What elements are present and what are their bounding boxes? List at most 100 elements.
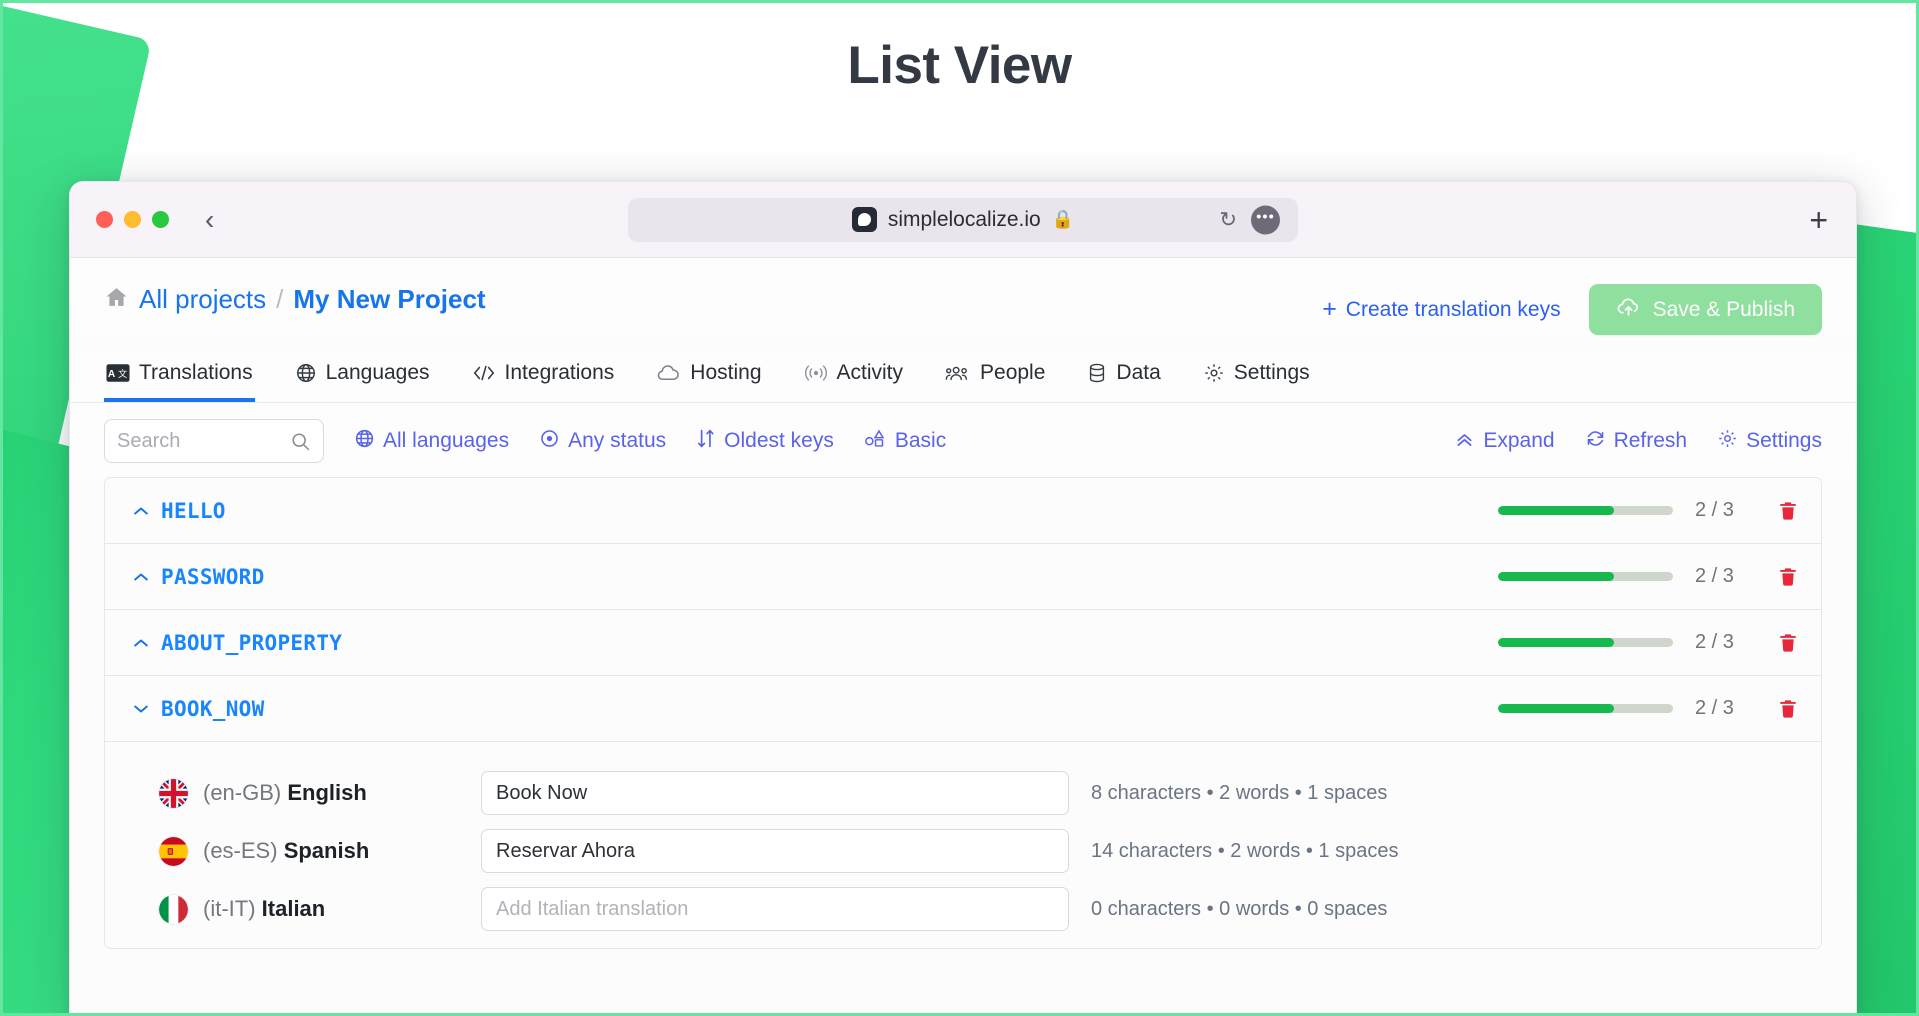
translation-row-es-es: (es-ES) Spanish 14 characters • 2 words … (105, 822, 1821, 880)
tab-activity[interactable]: Activity (802, 349, 906, 402)
filter-label: Basic (894, 429, 947, 452)
filter-label: Any status (568, 429, 667, 452)
progress-bar (1498, 572, 1673, 581)
new-tab-icon[interactable]: + (1809, 204, 1828, 236)
expand-all-button[interactable]: Expand (1454, 428, 1555, 455)
address-bar[interactable]: simplelocalize.io 🔒 ↻ ••• (628, 197, 1298, 242)
tab-people[interactable]: People (943, 349, 1047, 402)
language-cell: (it-IT) Italian (131, 894, 481, 924)
chevron-up-icon[interactable] (131, 633, 161, 653)
search-icon[interactable] (290, 431, 311, 452)
table-row[interactable]: HELLO 2 / 3 (105, 478, 1821, 544)
back-icon[interactable]: ‹ (205, 205, 214, 234)
tab-integrations[interactable]: Integrations (470, 349, 617, 402)
gear-icon (1717, 428, 1738, 455)
plus-icon: + (1322, 295, 1337, 323)
chevron-up-icon[interactable] (131, 567, 161, 587)
sort-icon (696, 428, 716, 455)
search-box[interactable] (104, 419, 324, 463)
header-actions: + Create translation keys Save & Publish (1322, 284, 1822, 335)
translation-stats: 14 characters • 2 words • 1 spaces (1091, 839, 1399, 862)
poster-canvas: List View ‹ simplelocalize.io 🔒 ↻ ••• + … (0, 0, 1919, 1016)
chevron-up-icon[interactable] (131, 501, 161, 521)
refresh-button[interactable]: Refresh (1585, 428, 1687, 455)
table-row[interactable]: PASSWORD 2 / 3 (105, 544, 1821, 610)
translate-icon: A文 (106, 363, 130, 383)
key-name[interactable]: BOOK_NOW (161, 697, 265, 721)
chevrons-up-icon (1454, 428, 1475, 455)
tab-label: Activity (836, 361, 904, 384)
breadcrumb-separator: / (276, 284, 284, 314)
translation-input-es-es[interactable] (481, 829, 1069, 873)
save-and-publish-button[interactable]: Save & Publish (1588, 284, 1822, 335)
progress-label: 2 / 3 (1695, 565, 1734, 587)
toolbar-actions: Expand Refresh Settings (1454, 428, 1822, 455)
close-window-button[interactable] (96, 211, 113, 228)
language-code: (it-IT) (203, 896, 256, 921)
simplelocalize-favicon (851, 207, 877, 232)
table-row[interactable]: BOOK_NOW 2 / 3 (105, 676, 1821, 742)
breadcrumb-current-project[interactable]: My New Project (293, 284, 485, 315)
reload-icon[interactable]: ↻ (1219, 207, 1237, 232)
globe-icon (354, 428, 375, 455)
people-icon (945, 363, 971, 383)
cloud-upload-icon (1616, 294, 1641, 325)
table-row[interactable]: ABOUT_PROPERTY 2 / 3 (105, 610, 1821, 676)
filter-view-basic[interactable]: Basic (864, 428, 946, 455)
action-label: Expand (1483, 429, 1555, 452)
target-icon (539, 428, 560, 455)
code-icon (472, 363, 496, 383)
lock-icon: 🔒 (1051, 209, 1075, 229)
delete-key-icon[interactable] (1769, 566, 1799, 588)
filter-sort-oldest-keys[interactable]: Oldest keys (696, 428, 834, 455)
address-bar-actions: ↻ ••• (1219, 205, 1280, 234)
minimize-window-button[interactable] (124, 211, 141, 228)
key-row-meta: 2 / 3 (1498, 631, 1799, 654)
chevron-down-icon[interactable] (131, 699, 161, 719)
flag-it-icon (159, 894, 188, 924)
save-and-publish-label: Save & Publish (1652, 297, 1795, 321)
tab-hosting[interactable]: Hosting (654, 349, 763, 402)
key-name[interactable]: PASSWORD (161, 565, 265, 589)
translation-input-en-gb[interactable] (481, 771, 1069, 815)
create-translation-keys-button[interactable]: + Create translation keys (1322, 295, 1560, 324)
window-controls (96, 211, 169, 228)
page-title: List View (847, 36, 1072, 95)
table-settings-button[interactable]: Settings (1717, 428, 1822, 455)
tab-settings[interactable]: Settings (1201, 349, 1312, 402)
action-label: Settings (1746, 429, 1822, 452)
filter-all-languages[interactable]: All languages (354, 428, 509, 455)
filter-label: All languages (383, 429, 510, 452)
url-text: simplelocalize.io (887, 207, 1041, 231)
delete-key-icon[interactable] (1769, 698, 1799, 720)
language-name: Spanish (283, 838, 370, 863)
home-icon[interactable] (104, 285, 129, 315)
cloud-icon (656, 363, 681, 383)
tab-label: Hosting (690, 361, 762, 384)
tab-data[interactable]: Data (1085, 349, 1162, 402)
more-options-icon[interactable]: ••• (1251, 205, 1280, 234)
tab-label: Languages (325, 361, 430, 384)
search-input[interactable] (117, 429, 282, 453)
maximize-window-button[interactable] (152, 211, 169, 228)
delete-key-icon[interactable] (1769, 632, 1799, 654)
tab-label: Settings (1233, 361, 1310, 384)
tab-label: Integrations (504, 361, 615, 384)
key-row-meta: 2 / 3 (1498, 499, 1799, 522)
key-row-meta: 2 / 3 (1498, 565, 1799, 588)
create-translation-keys-label: Create translation keys (1345, 297, 1561, 321)
filter-label: Oldest keys (724, 429, 834, 452)
delete-key-icon[interactable] (1769, 500, 1799, 522)
language-label: (it-IT) Italian (203, 896, 325, 922)
tab-translations[interactable]: A文 Translations (104, 349, 255, 402)
breadcrumb-all-projects[interactable]: All projects (139, 284, 266, 315)
key-name[interactable]: HELLO (161, 499, 226, 523)
translation-input-it-it[interactable] (481, 887, 1069, 931)
tab-languages[interactable]: Languages (293, 349, 432, 402)
progress-bar (1498, 638, 1673, 647)
key-name[interactable]: ABOUT_PROPERTY (161, 631, 342, 655)
progress-bar (1498, 506, 1673, 515)
filter-any-status[interactable]: Any status (539, 428, 666, 455)
refresh-icon (1585, 428, 1606, 455)
browser-window: ‹ simplelocalize.io 🔒 ↻ ••• + All projec… (69, 181, 1857, 1013)
